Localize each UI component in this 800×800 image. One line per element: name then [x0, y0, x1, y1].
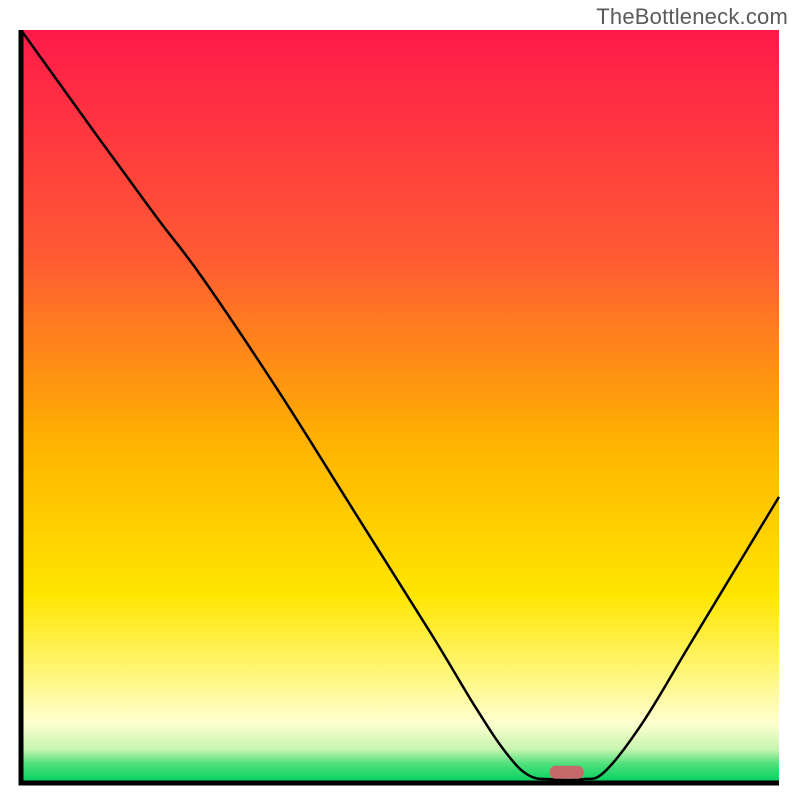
chart-svg — [18, 30, 782, 786]
chart-background — [21, 30, 779, 783]
chart-plot-area — [18, 30, 782, 786]
chart-container: TheBottleneck.com — [0, 0, 800, 800]
watermark-text: TheBottleneck.com — [596, 4, 788, 30]
optimal-marker — [550, 766, 584, 779]
